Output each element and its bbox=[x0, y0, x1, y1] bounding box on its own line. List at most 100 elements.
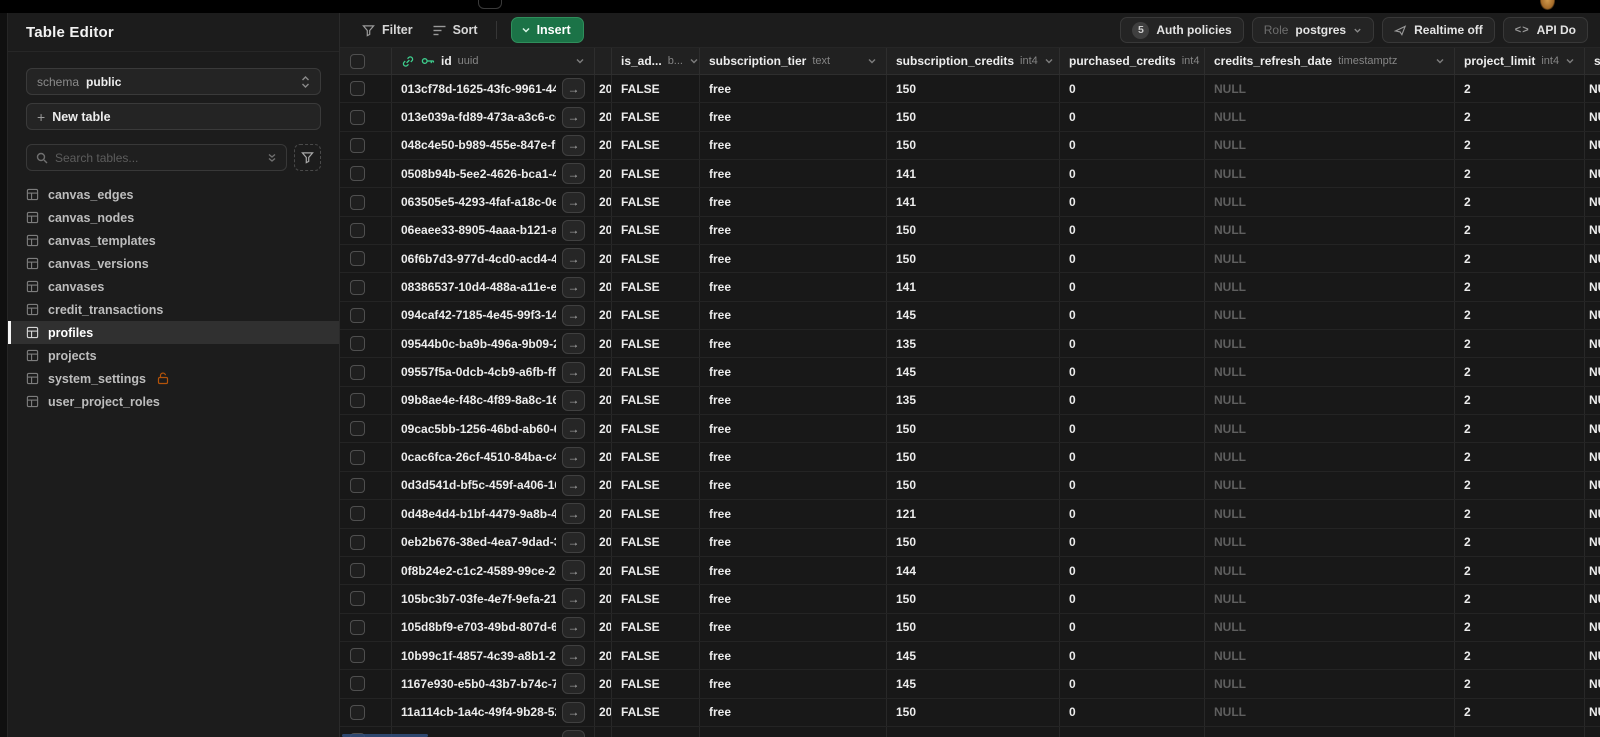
cell-refresh[interactable]: NULL bbox=[1205, 443, 1455, 471]
column-menu-chevron-icon[interactable] bbox=[689, 56, 699, 66]
sidebar-item-user_project_roles[interactable]: user_project_roles bbox=[8, 390, 339, 413]
cell-sub_credits[interactable]: 141 bbox=[887, 273, 1060, 301]
cell-sub_credits[interactable]: 141 bbox=[887, 160, 1060, 188]
cell-last[interactable]: NU bbox=[1585, 472, 1600, 499]
cell-clip[interactable]: 20 bbox=[595, 245, 612, 273]
cell-refresh[interactable]: NULL bbox=[1205, 613, 1455, 641]
column-header-su[interactable]: su bbox=[1585, 48, 1600, 74]
auth-policies-button[interactable]: 5 Auth policies bbox=[1120, 17, 1244, 43]
cell-last[interactable]: NU bbox=[1585, 188, 1600, 215]
sidebar-item-projects[interactable]: projects bbox=[8, 344, 339, 367]
cell-tier[interactable]: free bbox=[700, 613, 887, 641]
column-menu-chevron-icon[interactable] bbox=[1044, 56, 1054, 66]
cell-tier[interactable]: free bbox=[700, 188, 887, 216]
cell-tier[interactable]: free bbox=[700, 358, 887, 386]
cell-id[interactable]: 06eaee33-8905-4aaa-b121-ab552... → bbox=[392, 216, 595, 245]
column-header-subscription_tier[interactable]: subscription_tier text bbox=[700, 48, 887, 74]
cell-refresh[interactable]: NULL bbox=[1205, 103, 1455, 131]
cell-purchased[interactable]: 0 bbox=[1060, 500, 1205, 528]
cell-limit[interactable]: 2 bbox=[1455, 415, 1585, 443]
row-checkbox[interactable] bbox=[350, 222, 365, 238]
cell-tier[interactable]: free bbox=[700, 443, 887, 471]
cell-id[interactable]: 105d8bf9-e703-49bd-807d-645e... → bbox=[392, 613, 595, 641]
cell-id[interactable]: 10b99c1f-4857-4c39-a8b1-263b8... → bbox=[392, 641, 595, 670]
cell-tier[interactable]: free bbox=[700, 585, 887, 613]
column-header-purchased_credits[interactable]: purchased_credits int4 bbox=[1060, 48, 1205, 74]
cell-last[interactable]: NU bbox=[1585, 642, 1600, 669]
column-header-project_limit[interactable]: project_limit int4 bbox=[1455, 48, 1585, 74]
cell-purchased[interactable]: 0 bbox=[1060, 273, 1205, 301]
expand-row-button[interactable]: → bbox=[562, 248, 585, 270]
cell-is_admin[interactable]: FALSE bbox=[612, 160, 700, 188]
cell-id[interactable]: 1167e930-e5b0-43b7-b74c-788c9... → bbox=[392, 670, 595, 698]
cell-last[interactable]: NU bbox=[1585, 302, 1600, 329]
cell-limit[interactable]: 2 bbox=[1455, 358, 1585, 386]
cell-is_admin[interactable]: FALSE bbox=[612, 528, 700, 556]
expand-row-button[interactable]: → bbox=[562, 531, 585, 553]
cell-limit[interactable]: 2 bbox=[1455, 641, 1585, 670]
cell-id[interactable]: 09544b0c-ba9b-496a-9b09-244... → bbox=[392, 330, 595, 358]
expand-row-button[interactable]: → bbox=[562, 446, 585, 468]
cell-sub_credits[interactable] bbox=[887, 726, 1060, 737]
cell-id[interactable]: 09b8ae4e-f48c-4f89-8a8c-1629b... → bbox=[392, 386, 595, 415]
cell-last[interactable]: NU bbox=[1585, 585, 1600, 612]
cell-clip[interactable]: 20 bbox=[595, 443, 612, 471]
cell-clip[interactable]: 20 bbox=[595, 301, 612, 330]
expand-row-button[interactable]: → bbox=[562, 304, 585, 326]
cell-sub_credits[interactable]: 150 bbox=[887, 245, 1060, 273]
row-checkbox[interactable] bbox=[350, 421, 365, 437]
row-checkbox[interactable] bbox=[350, 449, 365, 465]
expand-row-button[interactable]: → bbox=[562, 474, 585, 496]
cell-refresh[interactable]: NULL bbox=[1205, 358, 1455, 386]
cell-purchased[interactable]: 0 bbox=[1060, 188, 1205, 216]
cell-refresh[interactable]: NULL bbox=[1205, 301, 1455, 330]
cell-clip[interactable]: 20 bbox=[595, 103, 612, 131]
cell-tier[interactable]: free bbox=[700, 131, 887, 160]
cell-purchased[interactable]: 0 bbox=[1060, 131, 1205, 160]
cell-tier[interactable]: free bbox=[700, 330, 887, 358]
row-checkbox[interactable] bbox=[350, 166, 365, 182]
cell-id[interactable]: 0f8b24e2-c1c2-4589-99ce-2c52d... → bbox=[392, 556, 595, 585]
cell-refresh[interactable]: NULL bbox=[1205, 471, 1455, 500]
cell-limit[interactable]: 2 bbox=[1455, 556, 1585, 585]
search-tables-input[interactable]: Search tables... bbox=[26, 144, 287, 171]
cell-last[interactable]: NU bbox=[1585, 529, 1600, 556]
cell-id[interactable]: 0d3d541d-bf5c-459f-a406-16b93... → bbox=[392, 471, 595, 500]
cell-id[interactable]: 08386537-10d4-488a-a11e-eb5a6... → bbox=[392, 273, 595, 301]
cell-limit[interactable]: 2 bbox=[1455, 188, 1585, 216]
cell-last[interactable]: NU bbox=[1585, 670, 1600, 697]
cell-limit[interactable] bbox=[1455, 726, 1585, 737]
cell-tier[interactable]: free bbox=[700, 670, 887, 698]
cell-sub_credits[interactable]: 145 bbox=[887, 641, 1060, 670]
sidebar-item-canvas_edges[interactable]: canvas_edges bbox=[8, 183, 339, 206]
cell-tier[interactable]: free bbox=[700, 471, 887, 500]
cell-tier[interactable]: free bbox=[700, 528, 887, 556]
cell-purchased[interactable]: 0 bbox=[1060, 443, 1205, 471]
cell-clip[interactable]: 20 bbox=[595, 358, 612, 386]
cell-is_admin[interactable]: FALSE bbox=[612, 273, 700, 301]
expand-row-button[interactable]: → bbox=[562, 191, 585, 213]
cell-sub_credits[interactable]: 135 bbox=[887, 386, 1060, 415]
cell-purchased[interactable]: 0 bbox=[1060, 301, 1205, 330]
expand-row-button[interactable]: → bbox=[562, 673, 585, 695]
cell-refresh[interactable]: NULL bbox=[1205, 75, 1455, 103]
cell-last[interactable]: NU bbox=[1585, 103, 1600, 130]
cell-limit[interactable]: 2 bbox=[1455, 386, 1585, 415]
insert-button[interactable]: Insert bbox=[510, 17, 584, 43]
cell-purchased[interactable]: 0 bbox=[1060, 330, 1205, 358]
cell-purchased[interactable]: 0 bbox=[1060, 698, 1205, 726]
row-checkbox[interactable] bbox=[350, 109, 365, 125]
schema-select[interactable]: schema public bbox=[26, 68, 321, 95]
cell-clip[interactable]: 20 bbox=[595, 500, 612, 528]
expand-row-button[interactable]: → bbox=[562, 333, 585, 355]
cell-tier[interactable]: free bbox=[700, 698, 887, 726]
cell-purchased[interactable]: 0 bbox=[1060, 670, 1205, 698]
cell-refresh[interactable]: NULL bbox=[1205, 698, 1455, 726]
cell-id[interactable]: 09cac5bb-1256-46bd-ab60-64ed... → bbox=[392, 415, 595, 443]
cell-purchased[interactable]: 0 bbox=[1060, 216, 1205, 245]
cell-tier[interactable]: free bbox=[700, 556, 887, 585]
row-checkbox[interactable] bbox=[350, 563, 365, 579]
cell-tier[interactable]: free bbox=[700, 273, 887, 301]
cell-purchased[interactable]: 0 bbox=[1060, 103, 1205, 131]
cell-last[interactable]: NU bbox=[1585, 217, 1600, 244]
